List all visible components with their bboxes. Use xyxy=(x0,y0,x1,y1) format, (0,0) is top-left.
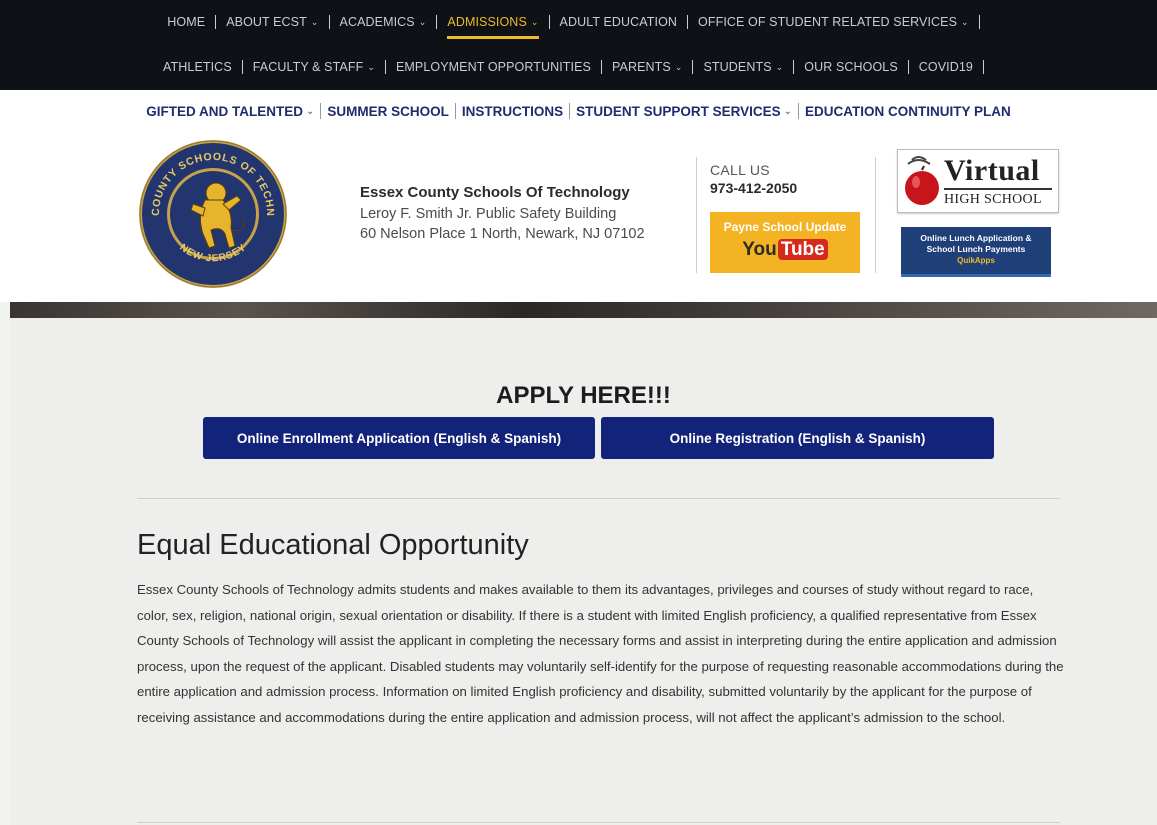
nav-separator xyxy=(548,15,550,29)
chevron-down-icon: ⌄ xyxy=(775,61,784,72)
subnav-separator xyxy=(320,103,322,119)
secondary-navigation: GIFTED AND TALENTED ⌄ SUMMER SCHOOL INSTR… xyxy=(0,90,1157,132)
chevron-down-icon: ⌄ xyxy=(961,16,969,27)
nav-separator xyxy=(687,15,689,29)
call-us-block: CALL US 973-412-2050 xyxy=(710,162,797,196)
site-header: ESSEX COUNTY SCHOOLS OF TECHNOLOGY NEW J… xyxy=(0,132,1157,302)
nav-item-athletics[interactable]: ATHLETICS xyxy=(163,60,232,74)
top-navigation: HOME ABOUT ECST ⌄ ACADEMICS ⌄ ADMISSIONS ⌄ … xyxy=(0,0,1157,90)
subnav-summer-school[interactable]: SUMMER SCHOOL xyxy=(327,104,449,119)
nav-separator xyxy=(436,15,438,29)
chevron-down-icon: ⌄ xyxy=(783,105,793,117)
nav-separator xyxy=(601,60,602,74)
chevron-down-icon: ⌄ xyxy=(674,61,683,72)
nav-item-student-related-services[interactable]: OFFICE OF STUDENT RELATED SERVICES ⌄ xyxy=(698,15,969,29)
nav-item-faculty-staff[interactable]: FACULTY & STAFF ⌄ xyxy=(253,60,375,74)
section-divider xyxy=(137,822,1060,823)
nav-item-academics[interactable]: ACADEMICS ⌄ xyxy=(340,15,427,29)
lunch-line-1: Online Lunch Application & xyxy=(920,233,1032,243)
online-enrollment-button[interactable]: Online Enrollment Application (English &… xyxy=(203,417,595,459)
chevron-down-icon: ⌄ xyxy=(367,61,375,72)
nav-item-about-ecst[interactable]: ABOUT ECST ⌄ xyxy=(226,15,318,29)
nav-separator xyxy=(692,60,694,74)
nav-item-home[interactable]: HOME xyxy=(167,15,205,29)
street-address: 60 Nelson Place 1 North, Newark, NJ 0710… xyxy=(360,226,645,242)
nav-item-parents[interactable]: PARENTS ⌄ xyxy=(612,60,682,74)
virtual-word: Virtual xyxy=(944,154,1040,187)
chevron-down-icon: ⌄ xyxy=(418,16,427,27)
nav-separator xyxy=(384,60,386,74)
call-us-label: CALL US xyxy=(710,162,770,178)
eeo-heading: Equal Educational Opportunity xyxy=(137,529,529,561)
nav-separator xyxy=(215,15,217,29)
nav-item-covid19[interactable]: COVID19 xyxy=(919,60,973,74)
youtube-banner-title: Payne School Update xyxy=(723,220,847,234)
nav-item-admissions[interactable]: ADMISSIONS ⌄ xyxy=(447,15,539,39)
school-address: Essex County Schools Of Technology Leroy… xyxy=(360,184,645,244)
youtube-update-banner[interactable]: Payne School Update You Tube xyxy=(710,212,860,273)
header-divider xyxy=(875,157,876,273)
school-seal-logo[interactable]: ESSEX COUNTY SCHOOLS OF TECHNOLOGY NEW J… xyxy=(137,138,289,290)
subnav-separator xyxy=(569,103,571,119)
subnav-education-continuity-plan[interactable]: EDUCATION CONTINUITY PLAN xyxy=(805,104,1011,119)
phone-number[interactable]: 973-412-2050 xyxy=(710,180,797,196)
nav-item-adult-education[interactable]: ADULT EDUCATION xyxy=(560,15,678,29)
top-nav-row-1: HOME ABOUT ECST ⌄ ACADEMICS ⌄ ADMISSIONS ⌄ … xyxy=(0,10,1157,39)
chevron-down-icon: ⌄ xyxy=(530,16,539,27)
nav-item-our-schools[interactable]: OUR SCHOOLS xyxy=(804,60,897,74)
building-name: Leroy F. Smith Jr. Public Safety Buildin… xyxy=(360,206,617,222)
high-school-word: HIGH SCHOOL xyxy=(944,192,1042,207)
subnav-student-support-services[interactable]: STUDENT SUPPORT SERVICES ⌄ xyxy=(576,104,792,119)
eeo-paragraph: Essex County Schools of Technology admit… xyxy=(137,582,1064,725)
lunch-line-2: School Lunch Payments xyxy=(926,244,1026,254)
main-content: APPLY HERE!!! Online Enrollment Applicat… xyxy=(10,318,1157,825)
lunch-application-banner[interactable]: Online Lunch Application & School Lunch … xyxy=(901,227,1051,277)
chevron-down-icon: ⌄ xyxy=(310,16,319,27)
subnav-instructions[interactable]: INSTRUCTIONS xyxy=(462,104,563,119)
nav-item-employment[interactable]: EMPLOYMENT OPPORTUNITIES xyxy=(396,60,591,74)
header-divider xyxy=(696,157,697,273)
nav-separator xyxy=(241,60,243,74)
top-nav-row-2: ATHLETICS FACULTY & STAFF ⌄ EMPLOYMENT OP… xyxy=(0,55,1157,79)
apply-here-heading: APPLY HERE!!! xyxy=(496,382,671,409)
hero-image-strip xyxy=(10,302,1157,318)
nav-item-students[interactable]: STUDENTS ⌄ xyxy=(703,60,783,74)
section-divider xyxy=(137,498,1060,499)
apple-icon xyxy=(905,156,939,205)
virtual-divider xyxy=(944,188,1052,190)
online-registration-button[interactable]: Online Registration (English & Spanish) xyxy=(601,417,994,459)
nav-separator xyxy=(982,60,984,74)
chevron-down-icon: ⌄ xyxy=(305,105,315,117)
nav-separator xyxy=(978,15,980,29)
subnav-separator xyxy=(798,103,800,119)
subnav-separator xyxy=(454,103,456,119)
nav-separator xyxy=(793,60,795,74)
nav-separator xyxy=(907,60,909,74)
subnav-gifted-talented[interactable]: GIFTED AND TALENTED ⌄ xyxy=(146,104,314,119)
nav-separator xyxy=(328,15,330,29)
virtual-high-school-banner[interactable]: Virtual HIGH SCHOOL xyxy=(897,149,1059,213)
quikapps-brand: QuikApps xyxy=(957,256,995,265)
school-name: Essex County Schools Of Technology xyxy=(360,184,630,201)
youtube-logo-icon: You Tube xyxy=(710,239,860,261)
